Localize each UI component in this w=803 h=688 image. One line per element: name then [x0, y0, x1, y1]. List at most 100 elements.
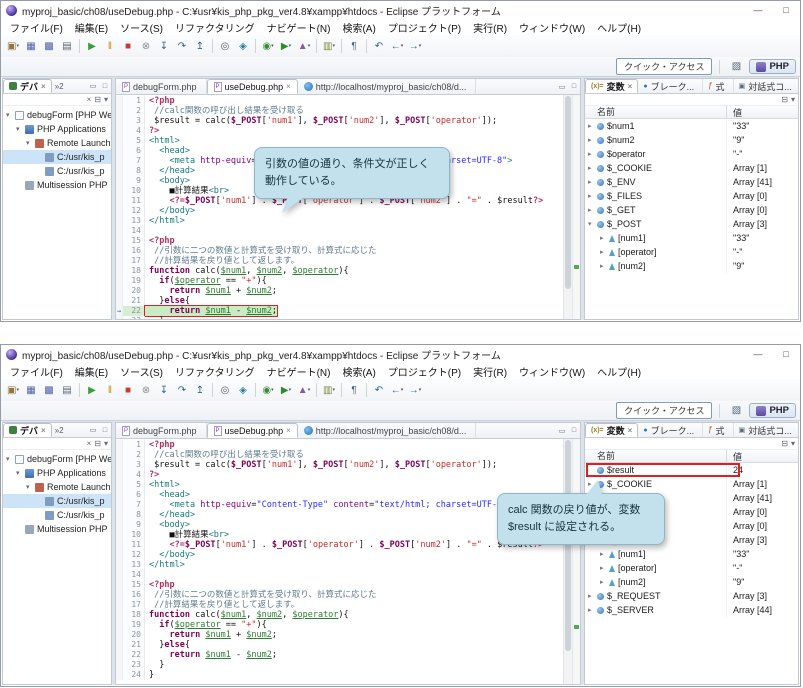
search-button[interactable]: ◎: [217, 38, 233, 55]
menu-item[interactable]: ソース(S): [114, 364, 169, 379]
debug-view-tab[interactable]: デバ ×: [3, 79, 52, 93]
disconnect-button[interactable]: ⊗: [138, 382, 154, 399]
expander-icon[interactable]: ▸: [588, 606, 597, 614]
step-over-button[interactable]: ↷: [174, 38, 190, 55]
menu-item[interactable]: 実行(R): [467, 364, 513, 379]
back-button[interactable]: ←▾: [389, 382, 405, 399]
maximize-button[interactable]: □: [772, 345, 800, 363]
menu-item[interactable]: ウィンドウ(W): [513, 364, 591, 379]
menu-item[interactable]: ソース(S): [114, 20, 169, 35]
variable-row[interactable]: ▸ $num1 "33": [585, 119, 798, 133]
collapse-all-button[interactable]: ⊟: [781, 96, 788, 104]
php-perspective-button[interactable]: PHP: [749, 403, 796, 418]
editor-tab[interactable]: useDebug.php ×: [207, 423, 298, 438]
save-button[interactable]: ▦: [23, 38, 39, 55]
code-editor[interactable]: 1 <?php 2 //calc関数の呼び出し結果を受け取る 3 $result…: [116, 95, 563, 319]
expander-icon[interactable]: ▾: [26, 139, 35, 147]
debug-button[interactable]: ◉▾: [260, 38, 276, 55]
run-button[interactable]: ▶▾: [278, 38, 294, 55]
expander-icon[interactable]: ▸: [588, 192, 597, 200]
variable-row[interactable]: ▸ [num2] "9": [585, 575, 798, 589]
close-view-icon[interactable]: ×: [41, 426, 46, 435]
column-name-header[interactable]: 名前: [585, 106, 727, 119]
editor-tab[interactable]: http://localhost/myproj_basic/ch08/d...: [298, 79, 477, 94]
variable-row[interactable]: ▸ [operator] "-": [585, 245, 798, 259]
variable-row[interactable]: ▸ $_REQUEST Array [3]: [585, 589, 798, 603]
expander-icon[interactable]: ▸: [588, 592, 597, 600]
print-button[interactable]: ▤: [59, 382, 75, 399]
menu-item[interactable]: ファイル(F): [4, 364, 69, 379]
minimize-editor-button[interactable]: ▭: [556, 83, 568, 91]
variable-row[interactable]: ▸ [operator] "-": [585, 561, 798, 575]
save-all-button[interactable]: ▩: [41, 382, 57, 399]
close-tab-icon[interactable]: ×: [286, 426, 291, 435]
profile-button[interactable]: ▲▾: [296, 382, 312, 399]
suspend-button[interactable]: ‖: [102, 382, 118, 399]
variable-row[interactable]: ▸ $_GET Array [0]: [585, 203, 798, 217]
view-tab[interactable]: ▣ 対話式コ...: [734, 79, 799, 93]
overview-ruler[interactable]: [572, 95, 580, 319]
debug-launch-tree[interactable]: ▾ debugForm [PHP We ▾ PHP Applications ▾…: [3, 106, 111, 192]
menu-item[interactable]: ナビゲート(N): [261, 20, 337, 35]
minimize-view-button[interactable]: ▭: [87, 426, 99, 434]
scrollbar-thumb[interactable]: [565, 440, 571, 651]
open-type-button[interactable]: ◈: [235, 382, 251, 399]
menu-item[interactable]: ヘルプ(H): [591, 20, 647, 35]
expander-icon[interactable]: ▸: [588, 122, 597, 130]
step-into-button[interactable]: ↧: [156, 38, 172, 55]
column-value-header[interactable]: 値: [727, 106, 742, 119]
menu-item[interactable]: リファクタリング: [169, 364, 261, 379]
remove-terminated-button[interactable]: ×: [87, 440, 92, 448]
editor-tab[interactable]: http://localhost/myproj_basic/ch08/d...: [298, 423, 477, 438]
step-over-button[interactable]: ↷: [174, 382, 190, 399]
remove-terminated-button[interactable]: ×: [87, 96, 92, 104]
view-tab[interactable]: (x)= 変数 ×: [585, 423, 638, 437]
menu-item[interactable]: ヘルプ(H): [591, 364, 647, 379]
minimize-editor-button[interactable]: ▭: [556, 427, 568, 435]
save-all-button[interactable]: ▩: [41, 38, 57, 55]
expander-icon[interactable]: ▸: [588, 150, 597, 158]
menu-item[interactable]: 実行(R): [467, 20, 513, 35]
expander-icon[interactable]: ▸: [600, 234, 609, 242]
column-value-header[interactable]: 値: [727, 450, 742, 463]
search-button[interactable]: ◎: [217, 382, 233, 399]
save-button[interactable]: ▦: [23, 382, 39, 399]
close-tab-icon[interactable]: ×: [286, 82, 291, 91]
variable-row[interactable]: ▸ $_ENV Array [41]: [585, 175, 798, 189]
editor-tab[interactable]: useDebug.php ×: [207, 79, 298, 94]
scrollbar-thumb[interactable]: [565, 96, 571, 289]
variable-row[interactable]: ▸ $_COOKIE Array [1]: [585, 161, 798, 175]
coverage-button[interactable]: ▥▾: [321, 382, 337, 399]
minimize-button[interactable]: —: [744, 1, 772, 19]
profile-button[interactable]: ▲▾: [296, 38, 312, 55]
tree-item[interactable]: C:/usr/kis_p: [3, 150, 111, 164]
overview-ruler[interactable]: [572, 439, 580, 684]
run-button[interactable]: ▶▾: [278, 382, 294, 399]
view-tab[interactable]: ▣ 対話式コ...: [734, 423, 799, 437]
tree-item[interactable]: ▾ Remote Launch: [3, 480, 111, 494]
tree-item[interactable]: ▾ PHP Applications: [3, 466, 111, 480]
collapse-all-button[interactable]: ⊟: [94, 440, 101, 448]
titlebar[interactable]: myproj_basic/ch08/useDebug.php - C:¥usr¥…: [1, 345, 800, 363]
variable-row[interactable]: ▸ [num1] "33": [585, 231, 798, 245]
open-perspective-button[interactable]: ▧: [728, 58, 744, 75]
editor-scrollbar[interactable]: [563, 439, 572, 684]
expander-icon[interactable]: ▸: [588, 206, 597, 214]
suspend-button[interactable]: ‖: [102, 38, 118, 55]
tree-item[interactable]: C:/usr/kis_p: [3, 508, 111, 522]
resume-button[interactable]: ▶: [84, 382, 100, 399]
expander-icon[interactable]: ▸: [600, 578, 609, 586]
disconnect-button[interactable]: ⊗: [138, 38, 154, 55]
close-view-icon[interactable]: ×: [628, 82, 633, 91]
editor-scrollbar[interactable]: [563, 95, 572, 319]
maximize-view-button[interactable]: □: [99, 83, 111, 90]
view-menu-button[interactable]: ▾: [104, 96, 108, 104]
menu-item[interactable]: 編集(E): [69, 20, 114, 35]
debug-launch-tree[interactable]: ▾ debugForm [PHP We ▾ PHP Applications ▾…: [3, 450, 111, 536]
maximize-editor-button[interactable]: □: [568, 83, 580, 90]
variable-row[interactable]: ▸ [num1] "33": [585, 547, 798, 561]
variable-row[interactable]: $result 24: [585, 463, 798, 477]
expander-icon[interactable]: ▸: [600, 564, 609, 572]
menu-item[interactable]: 編集(E): [69, 364, 114, 379]
collapse-all-button[interactable]: ⊟: [781, 440, 788, 448]
